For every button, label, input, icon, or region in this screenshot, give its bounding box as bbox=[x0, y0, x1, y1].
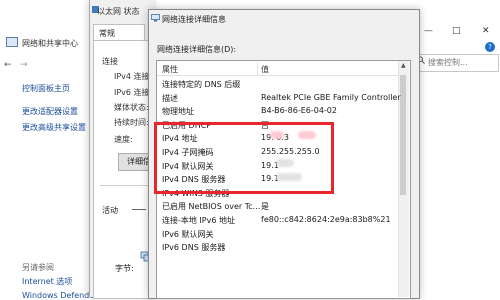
media-state-label: 媒体状态: bbox=[114, 103, 149, 112]
detail-property: 已启用 NetBIOS over Tc... bbox=[162, 202, 261, 211]
divider bbox=[100, 185, 155, 186]
duration-label: 持续时间: bbox=[114, 118, 149, 127]
details-dialog-title: 网络连接详细信息 bbox=[162, 15, 226, 24]
back-arrow-icon[interactable]: ← bbox=[4, 60, 16, 72]
close-button[interactable]: ✕ bbox=[482, 26, 490, 36]
detail-property: 描述 bbox=[162, 94, 178, 103]
detail-property: IPv6 DNS 服务器 bbox=[162, 243, 226, 252]
see-also-windows-defender[interactable]: Windows Defender bbox=[22, 291, 97, 300]
see-also-heading: 另请参阅 bbox=[22, 263, 54, 272]
detail-property: IPv6 默认网关 bbox=[162, 230, 214, 239]
help-icon[interactable]: ? bbox=[485, 42, 495, 52]
connection-section-label: 连接 bbox=[102, 57, 118, 66]
details-heading: 网络连接详细信息(D): bbox=[157, 45, 237, 54]
detail-value: fe80::c842:8624:2e9a:83b8%21 bbox=[261, 215, 391, 224]
search-placeholder: 搜索控制... bbox=[428, 58, 468, 67]
forward-arrow-icon[interactable]: → bbox=[20, 60, 32, 72]
nav-link-change-adapter-settings[interactable]: 更改适配器设置 bbox=[22, 106, 78, 117]
network-details-icon bbox=[151, 14, 160, 22]
nav-link-control-panel-home[interactable]: 控制面板主页 bbox=[22, 83, 70, 94]
column-header-value[interactable]: 值 bbox=[261, 64, 269, 75]
ethernet-status-title: 以太网 状态 bbox=[97, 7, 140, 16]
ipv6-connectivity-label: IPv6 连接: bbox=[114, 88, 153, 97]
ipv4-connectivity-label: IPv4 连接: bbox=[114, 72, 153, 81]
speed-label: 速度: bbox=[114, 135, 133, 144]
tab-general-label: 常规 bbox=[99, 29, 115, 38]
redaction-blur bbox=[276, 173, 302, 181]
redaction-blur bbox=[270, 131, 284, 139]
activity-label: 活动 bbox=[102, 206, 118, 215]
nav-link-change-advanced-sharing[interactable]: 更改高级共享设置 bbox=[22, 122, 86, 133]
detail-value: Realtek PCIe GBE Family Controller bbox=[261, 93, 401, 102]
detail-property: 连接-本地 IPv6 地址 bbox=[162, 216, 235, 225]
column-header-property[interactable]: 属性 bbox=[162, 64, 178, 75]
scroll-up-icon[interactable]: ▲ bbox=[401, 62, 406, 69]
bytes-label: 字节: bbox=[115, 264, 134, 273]
see-also-internet-options[interactable]: Internet 选项 bbox=[22, 276, 72, 287]
redaction-blur bbox=[298, 131, 316, 139]
details-list-header bbox=[157, 61, 408, 76]
detail-value: 是 bbox=[261, 202, 269, 211]
window-title: 网络和共享中心 bbox=[22, 39, 78, 48]
column-divider[interactable] bbox=[257, 62, 258, 75]
redaction-blur bbox=[276, 159, 294, 167]
detail-value: B4-B6-86-E6-04-02 bbox=[261, 106, 337, 115]
minimize-button[interactable]: — bbox=[424, 26, 433, 36]
detail-property: 物理地址 bbox=[162, 107, 194, 116]
network-center-icon bbox=[6, 37, 18, 47]
maximize-button[interactable]: □ bbox=[452, 26, 461, 36]
detail-property: 连接特定的 DNS 后缀 bbox=[162, 80, 241, 89]
activity-line bbox=[132, 209, 146, 210]
